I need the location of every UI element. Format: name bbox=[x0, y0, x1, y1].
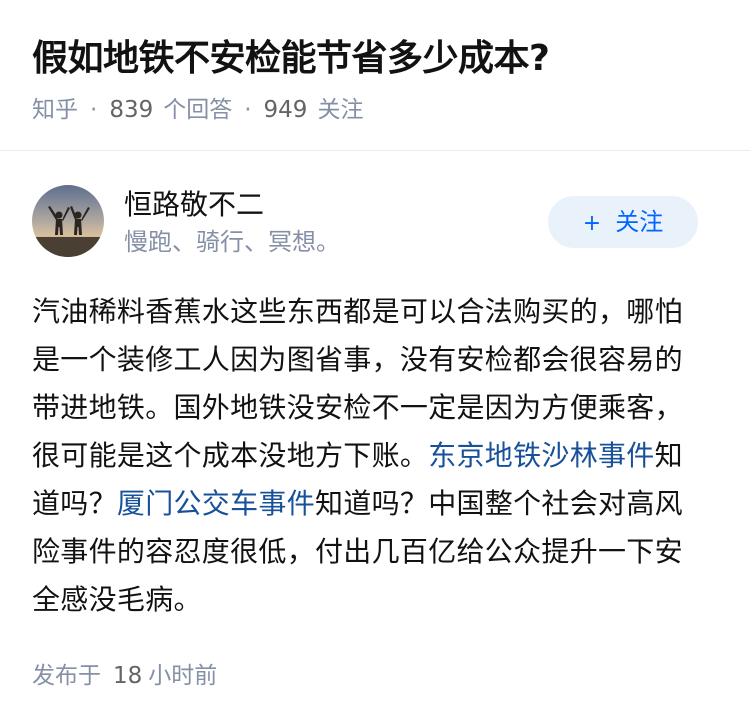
avatar-image bbox=[32, 185, 104, 257]
question-header: 假如地铁不安检能节省多少成本? 知乎 · 839 个回答 · 949 关注 bbox=[0, 0, 750, 150]
meta-separator: · bbox=[244, 97, 252, 123]
published-label: 发布于 bbox=[32, 663, 101, 689]
author-name[interactable]: 恒路敬不二 bbox=[124, 185, 264, 225]
answer-footer: 发布于 18 小时前 bbox=[32, 659, 217, 693]
plus-icon: + bbox=[582, 211, 602, 236]
question-meta: 知乎 · 839 个回答 · 949 关注 bbox=[32, 94, 363, 126]
xiamen-bus-link[interactable]: 厦门公交车事件 bbox=[117, 487, 315, 520]
source-label[interactable]: 知乎 bbox=[32, 97, 78, 123]
follow-label: 关注 bbox=[615, 208, 664, 236]
section-divider bbox=[0, 150, 750, 151]
published-time-unit: 小时前 bbox=[148, 663, 218, 689]
author-bio: 慢跑、骑行、冥想。 bbox=[124, 228, 340, 256]
answers-count: 839 bbox=[109, 97, 154, 123]
follow-button[interactable]: + 关注 bbox=[548, 196, 698, 248]
answer-content: 汽油稀料香蕉水这些东西都是可以合法购买的，哪怕是一个装修工人因为图省事，没有安检… bbox=[32, 288, 702, 624]
followers-label[interactable]: 关注 bbox=[317, 97, 363, 123]
followers-count: 949 bbox=[263, 97, 308, 123]
author-row: 恒路敬不二 慢跑、骑行、冥想。 + 关注 bbox=[0, 183, 750, 263]
answers-label[interactable]: 个回答 bbox=[163, 97, 232, 123]
meta-separator: · bbox=[90, 97, 98, 123]
question-title[interactable]: 假如地铁不安检能节省多少成本? bbox=[32, 36, 550, 82]
published-time-value: 18 bbox=[113, 663, 143, 689]
avatar[interactable] bbox=[32, 185, 104, 257]
tokyo-sarin-link[interactable]: 东京地铁沙林事件 bbox=[428, 439, 654, 472]
